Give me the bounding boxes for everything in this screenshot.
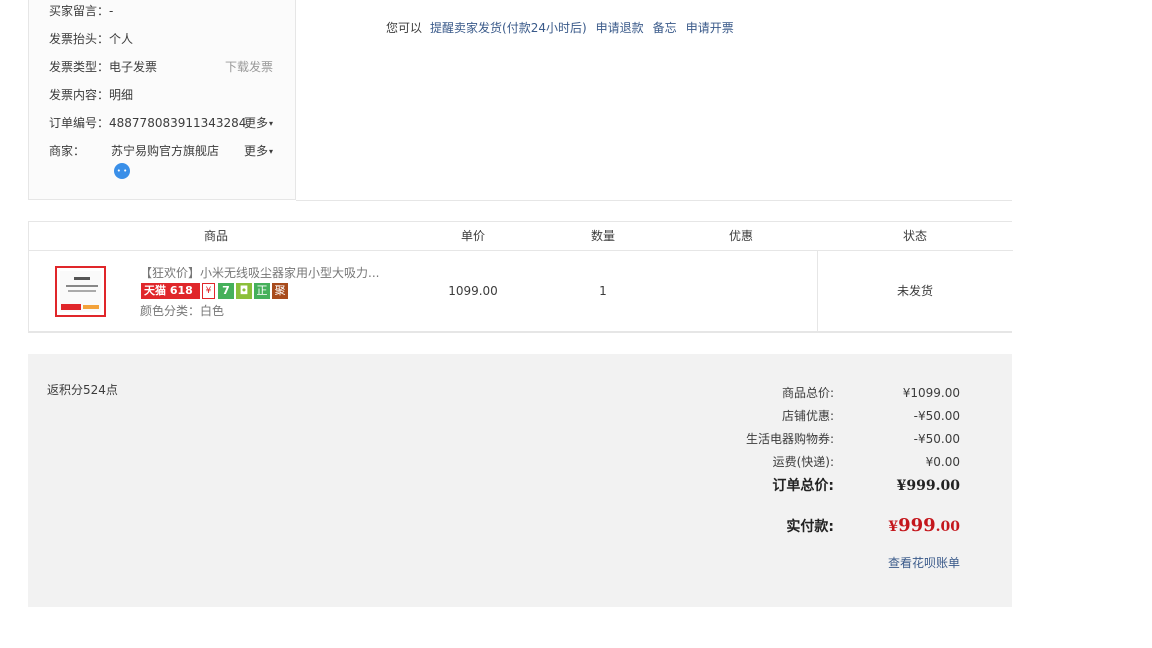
order-summary: 返积分524点 商品总价: ¥1099.00 店铺优惠: -¥50.00 生活电器购… — [28, 354, 1012, 607]
merchant-label: 商家： — [49, 144, 86, 158]
paid-amount-label: 实付款: — [786, 519, 834, 535]
apply-invoice-link[interactable]: 申请开票 — [686, 21, 734, 35]
coupon-row: 生活电器购物券: -¥50.00 — [694, 430, 960, 448]
order-total-label: 订单总价: — [772, 478, 834, 494]
store-discount-value: -¥50.00 — [913, 409, 960, 423]
invoice-type-label: 发票类型： — [49, 60, 110, 74]
chevron-down-icon: ▾ — [268, 147, 273, 156]
invoice-title-row: 发票抬头：个人 — [49, 30, 133, 48]
product-table: 商品 单价 数量 优惠 状态 【狂欢价】小米无线吸尘器家用小型大吸力... 天猫… — [28, 221, 1013, 333]
thumbnail-line — [74, 277, 90, 280]
chat-bubble-icon[interactable]: • • — [114, 163, 130, 179]
thumbnail-line — [66, 285, 98, 287]
unit-price: 1099.00 — [448, 284, 498, 298]
paid-currency: ¥ — [888, 519, 899, 535]
store-discount-label: 店铺优惠: — [781, 409, 834, 423]
gift-icon[interactable]: 聚 — [272, 283, 288, 299]
order-number-label: 订单编号： — [49, 116, 110, 130]
divider — [296, 200, 1012, 201]
paid-amount-row: 实付款: ¥999.00 — [694, 514, 960, 538]
order-number-row: 订单编号：488778083911343284 — [49, 114, 246, 132]
coupon-label: 生活电器购物券: — [745, 432, 834, 446]
product-thumbnail[interactable] — [55, 266, 106, 317]
order-actions: 您可以 提醒卖家发货(付款24小时后) 申请退款 备忘 申请开票 — [386, 19, 743, 37]
subtotal-value: ¥1099.00 — [902, 386, 960, 400]
genuine-icon[interactable]: 正 — [254, 283, 270, 299]
view-huabei-bill-link[interactable]: 查看花呗账单 — [888, 554, 960, 572]
coupon-value: -¥50.00 — [913, 432, 960, 446]
order-number-value: 488778083911343284 — [109, 116, 247, 130]
quantity: 1 — [599, 284, 607, 298]
order-number-more-button[interactable]: 更多▾ — [244, 114, 273, 133]
shipping-fee-value: ¥0.00 — [925, 455, 960, 469]
table-header: 商品 单价 数量 优惠 状态 — [29, 222, 1013, 251]
shipping-status: 未发货 — [896, 284, 933, 298]
header-product: 商品 — [203, 229, 228, 243]
product-title-link[interactable]: 【狂欢价】小米无线吸尘器家用小型大吸力... — [140, 265, 390, 281]
buyer-message-label: 买家留言： — [49, 4, 110, 18]
order-detail-page: 买家留言：- 发票抬头：个人 发票类型：电子发票 下载发票 发票内容：明细 订单… — [0, 0, 1152, 648]
seven-day-return-icon[interactable]: 7 — [218, 283, 234, 299]
thumbnail-line — [68, 290, 96, 292]
thumbnail-image — [60, 271, 101, 312]
thumbnail-tag — [83, 305, 99, 309]
buyer-message-value: - — [109, 4, 114, 18]
invoice-type-row: 发票类型：电子发票 — [49, 58, 157, 76]
buyer-message-row: 买家留言：- — [49, 2, 113, 20]
merchant-name[interactable]: 苏宁易购官方旗舰店 — [111, 142, 219, 160]
invoice-title-label: 发票抬头： — [49, 32, 110, 46]
tmall-618-badge[interactable]: 天猫 618 — [141, 283, 200, 299]
header-status: 状态 — [902, 229, 927, 243]
more-label: 更多 — [243, 116, 268, 130]
merchant-row: 商家： 苏宁易购官方旗舰店 — [49, 142, 219, 160]
paid-decimal: .00 — [935, 519, 960, 535]
order-total-value: ¥999.00 — [896, 478, 960, 494]
header-discount: 优惠 — [728, 229, 753, 243]
order-info-panel: 买家留言：- 发票抬头：个人 发票类型：电子发票 下载发票 发票内容：明细 订单… — [28, 0, 296, 200]
invoice-type-value: 电子发票 — [109, 60, 158, 74]
product-sku: 颜色分类：白色 — [140, 304, 225, 318]
paid-amount-value: ¥999.00 — [834, 514, 960, 539]
order-total-row: 订单总价: ¥999.00 — [694, 477, 960, 495]
actions-lead-text: 您可以 — [386, 21, 423, 35]
memo-link[interactable]: 备忘 — [653, 21, 677, 35]
paid-integer: 999 — [898, 515, 936, 536]
more-label: 更多 — [243, 144, 268, 158]
invoice-title-value: 个人 — [109, 32, 134, 46]
shipping-fee-row: 运费(快递): ¥0.00 — [694, 453, 960, 471]
remind-ship-link[interactable]: 提醒卖家发货(付款24小时后) — [430, 21, 587, 35]
thumbnail-tag — [61, 304, 81, 310]
header-quantity: 数量 — [590, 229, 615, 243]
chevron-down-icon: ▾ — [268, 119, 273, 128]
store-discount-row: 店铺优惠: -¥50.00 — [694, 407, 960, 425]
header-unit-price: 单价 — [460, 229, 485, 243]
invoice-content-row: 发票内容：明细 — [49, 86, 133, 104]
subtotal-row: 商品总价: ¥1099.00 — [694, 384, 960, 402]
shipping-fee-label: 运费(快递): — [772, 455, 834, 469]
apply-refund-link[interactable]: 申请退款 — [596, 21, 644, 35]
subtotal-label: 商品总价: — [781, 386, 834, 400]
download-invoice-link[interactable]: 下载发票 — [225, 58, 273, 76]
merchant-more-button[interactable]: 更多▾ — [244, 142, 273, 161]
reward-points: 返积分524点 — [47, 383, 118, 397]
lock-icon[interactable]: ◘ — [236, 283, 252, 299]
product-badges: 天猫 618 ¥7 ◘ 正聚 — [141, 283, 288, 300]
invoice-content-label: 发票内容： — [49, 88, 110, 102]
shield-icon[interactable]: ¥ — [202, 283, 215, 299]
invoice-content-value: 明细 — [109, 88, 134, 102]
